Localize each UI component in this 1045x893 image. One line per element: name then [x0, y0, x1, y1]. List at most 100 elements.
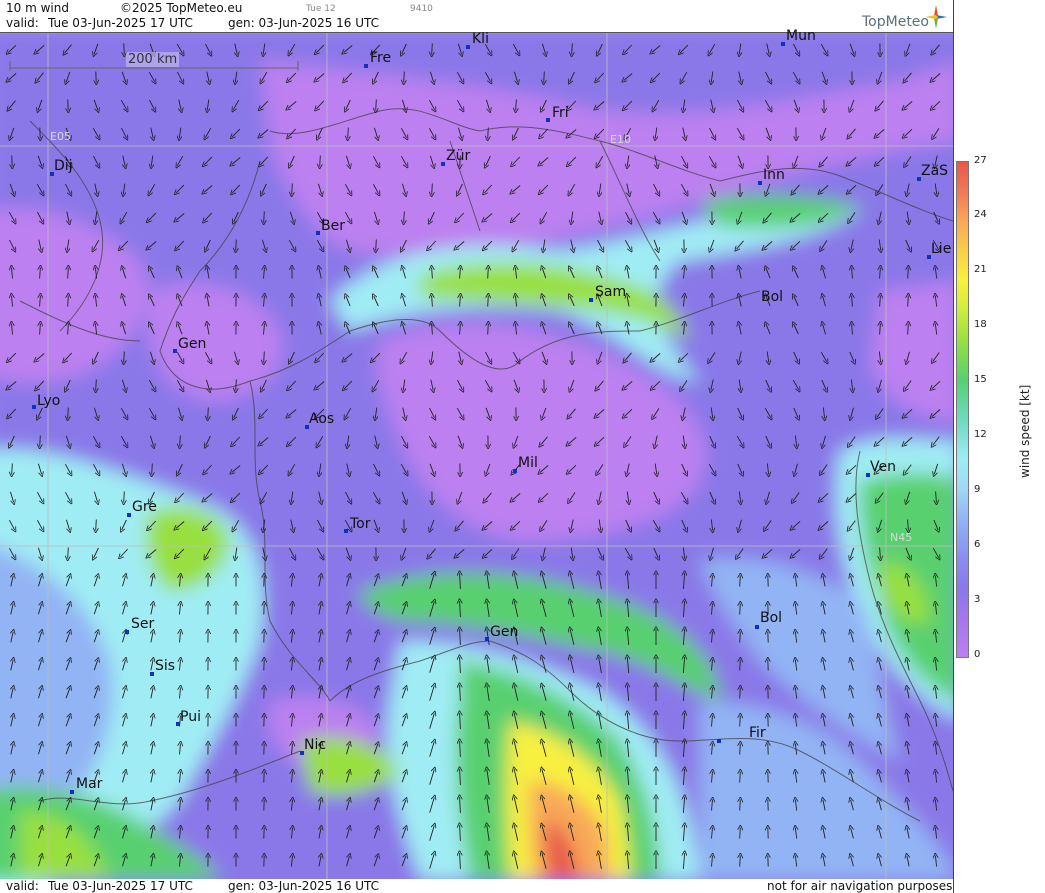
footer-valid-label: valid:: [6, 879, 39, 893]
city-label-fre[interactable]: Fre: [370, 51, 391, 65]
city-marker[interactable]: [441, 162, 445, 166]
city-marker[interactable]: [125, 630, 129, 634]
wind-map[interactable]: [0, 32, 953, 881]
city-label-ser[interactable]: Ser: [131, 617, 154, 631]
city-marker[interactable]: [758, 181, 762, 185]
city-label-gen-north[interactable]: Gen: [178, 337, 206, 351]
wind-arrow: [236, 239, 237, 251]
wind-arrow: [740, 828, 741, 839]
city-label-fir[interactable]: Fir: [749, 726, 766, 740]
header-small-code: 9410: [410, 4, 433, 14]
logo-text: TopMeteo: [862, 14, 929, 30]
city-label-mun[interactable]: Mun: [786, 29, 816, 43]
wind-arrow: [208, 407, 209, 419]
wind-arrow: [740, 772, 741, 783]
city-marker[interactable]: [717, 739, 721, 743]
wind-arrow: [488, 296, 489, 307]
wind-arrow: [432, 183, 433, 195]
wind-arrow: [320, 155, 321, 167]
wind-arrow: [432, 43, 433, 55]
wind-arrow: [740, 800, 741, 811]
topmeteo-logo: TopMeteo: [862, 14, 929, 30]
city-label-lyo[interactable]: Lyo: [37, 394, 60, 408]
wind-arrow: [12, 463, 13, 475]
wind-arrow: [572, 43, 573, 55]
city-label-bol-north[interactable]: Bol: [761, 290, 783, 304]
city-label-gre[interactable]: Gre: [132, 500, 157, 514]
city-marker[interactable]: [70, 790, 74, 794]
colorbar-tick: 24: [974, 209, 987, 220]
gen-time: gen: 03-Jun-2025 16 UTC: [228, 16, 380, 30]
wind-arrow: [68, 296, 69, 307]
wind-arrow: [68, 268, 69, 279]
city-label-mar[interactable]: Mar: [76, 777, 102, 791]
city-label-kli[interactable]: Kli: [472, 32, 489, 46]
colorbar: [956, 161, 969, 658]
colorbar-tick: 15: [974, 374, 987, 385]
city-marker[interactable]: [513, 469, 517, 473]
city-label-bol-south[interactable]: Bol: [760, 611, 782, 625]
city-label-ven[interactable]: Ven: [870, 460, 896, 474]
city-label-dij[interactable]: Dij: [54, 159, 73, 173]
city-marker[interactable]: [781, 42, 785, 46]
colorbar-tick: 0: [974, 649, 981, 660]
city-marker[interactable]: [364, 64, 368, 68]
city-label-zas[interactable]: ZaS: [921, 164, 948, 178]
wind-arrow: [908, 296, 909, 307]
wind-arrow: [152, 463, 153, 475]
wind-arrow: [544, 71, 545, 83]
wind-arrow: [740, 576, 741, 587]
city-marker[interactable]: [32, 405, 36, 409]
footer-disclaimer: not for air navigation purposes: [767, 879, 953, 893]
wind-arrow: [124, 491, 125, 503]
wind-arrow: [488, 127, 489, 139]
city-marker[interactable]: [173, 349, 177, 353]
wind-arrow: [264, 211, 265, 223]
city-marker[interactable]: [755, 625, 759, 629]
city-marker[interactable]: [589, 298, 593, 302]
city-marker[interactable]: [485, 637, 489, 641]
wind-arrow: [488, 324, 489, 335]
grid-label-e10: E10: [610, 133, 631, 146]
wind-arrow: [488, 268, 489, 279]
city-label-gen-south[interactable]: Gen: [490, 625, 518, 639]
city-label-nic[interactable]: Nic: [304, 738, 326, 752]
colorbar-tick: 3: [974, 594, 981, 605]
wind-arrow: [68, 547, 69, 559]
city-label-lie[interactable]: Lie: [931, 242, 951, 256]
city-label-tor[interactable]: Tor: [350, 517, 371, 531]
city-marker[interactable]: [150, 672, 154, 676]
city-label-sam[interactable]: Sam: [595, 285, 626, 299]
wind-arrow: [908, 268, 909, 279]
city-label-inn[interactable]: Inn: [763, 168, 785, 182]
city-label-sis[interactable]: Sis: [155, 659, 175, 673]
wind-arrow: [68, 407, 69, 419]
city-label-mil[interactable]: Mil: [518, 456, 538, 470]
footer-gen-time: gen: 03-Jun-2025 16 UTC: [228, 879, 380, 893]
wind-arrow: [404, 211, 405, 223]
wind-arrow: [404, 71, 405, 83]
city-marker[interactable]: [316, 231, 320, 235]
city-marker[interactable]: [466, 45, 470, 49]
wind-arrow: [740, 688, 741, 699]
city-marker[interactable]: [344, 529, 348, 533]
city-marker[interactable]: [127, 513, 131, 517]
wind-arrow: [68, 324, 69, 335]
wind-arrow: [376, 99, 377, 111]
city-label-zur[interactable]: Zür: [446, 149, 470, 163]
valid-time: Tue 03-Jun-2025 17 UTC: [48, 16, 193, 30]
city-label-ber[interactable]: Ber: [321, 219, 345, 233]
valid-label: valid:: [6, 16, 39, 30]
city-marker[interactable]: [546, 118, 550, 122]
wind-arrow: [740, 856, 741, 867]
city-label-fri[interactable]: Fri: [552, 106, 569, 120]
footer-bar: valid: Tue 03-Jun-2025 17 UTC gen: 03-Ju…: [0, 879, 953, 893]
wind-arrow: [96, 379, 97, 391]
footer-valid-time: Tue 03-Jun-2025 17 UTC: [48, 879, 193, 893]
wind-arrow: [264, 351, 265, 363]
colorbar-tick: 9: [974, 484, 981, 495]
city-label-pui[interactable]: Pui: [180, 710, 201, 724]
city-label-aos[interactable]: Aos: [309, 412, 334, 426]
colorbar-gradient: [957, 162, 968, 657]
colorbar-tick: 18: [974, 319, 987, 330]
